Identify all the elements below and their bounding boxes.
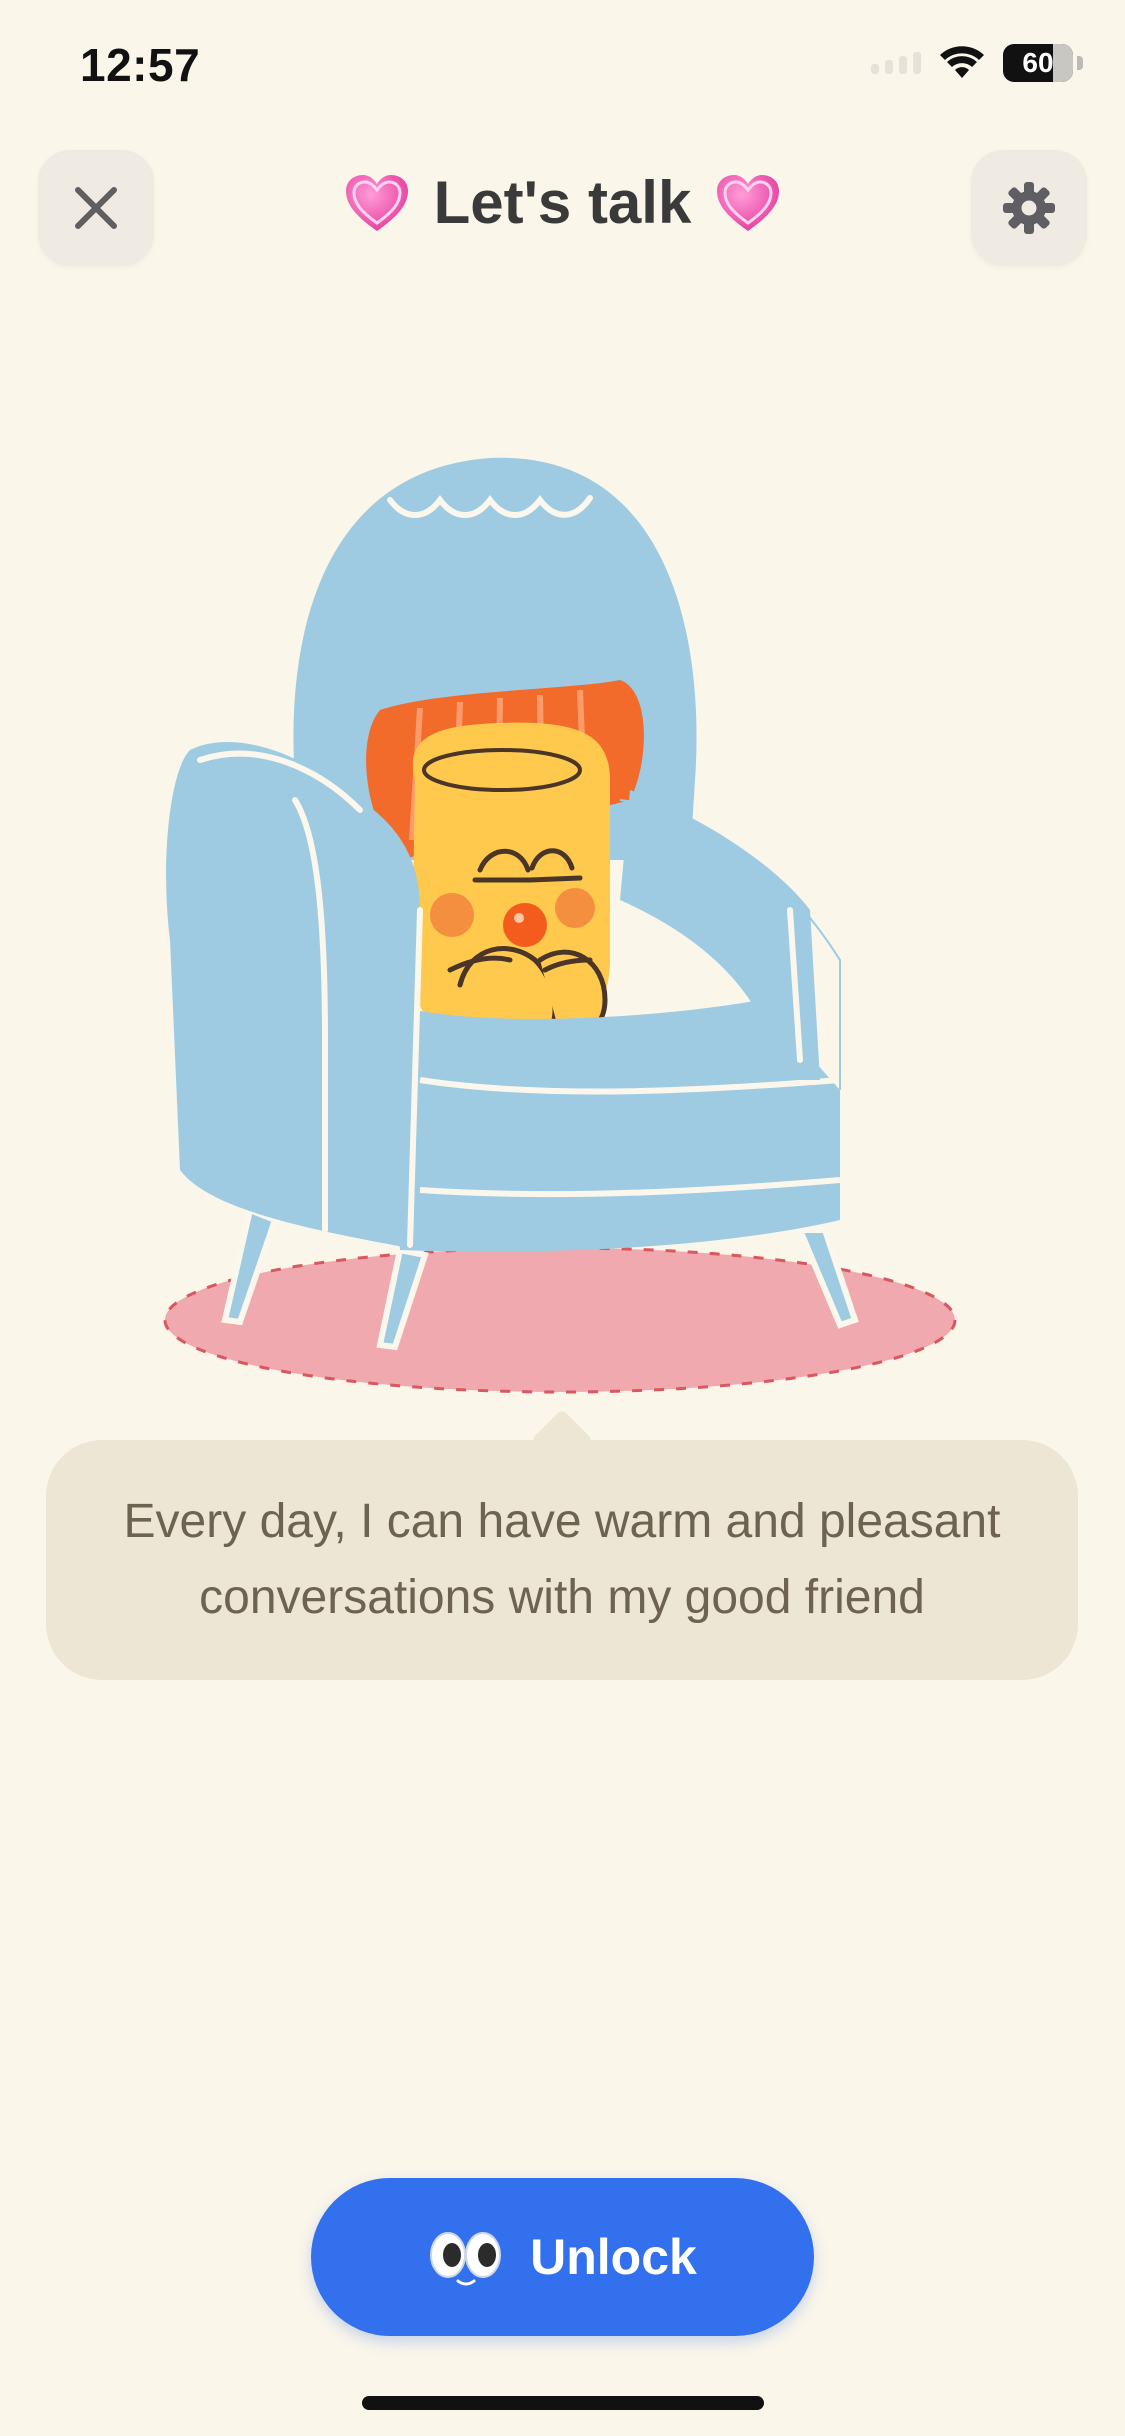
wifi-icon: [940, 46, 984, 78]
status-icons: 60: [871, 44, 1083, 82]
battery-level: 60: [1022, 47, 1054, 78]
character: [412, 722, 610, 1045]
unlock-label: Unlock: [530, 2229, 697, 2285]
page-header: Let's talk: [0, 168, 1125, 237]
screen: 12:57 60 Let's talk Every day, I can hav…: [0, 0, 1125, 2436]
page-title: Let's talk: [433, 169, 692, 236]
message-bubble: Every day, I can have warm and pleasant …: [46, 1440, 1078, 1680]
message-line-2: conversations with my good friend: [199, 1571, 925, 1624]
unlock-button[interactable]: Unlock: [311, 2178, 814, 2336]
home-indicator[interactable]: [362, 2396, 764, 2410]
battery-tip: [1077, 56, 1083, 70]
settings-button[interactable]: [971, 150, 1087, 266]
message-line-1: Every day, I can have warm and pleasant: [123, 1495, 1001, 1548]
gear-icon: [1003, 182, 1055, 234]
eyes-icon: [430, 2232, 502, 2286]
signal-icon: [871, 52, 921, 74]
heart-emoji-icon: [717, 174, 780, 231]
chair-left-arm: [166, 741, 420, 1250]
battery-icon: 60: [1003, 44, 1073, 82]
status-time: 12:57: [80, 39, 201, 91]
heart-emoji-icon: [345, 174, 408, 231]
armchair-illustration: [163, 457, 957, 1394]
